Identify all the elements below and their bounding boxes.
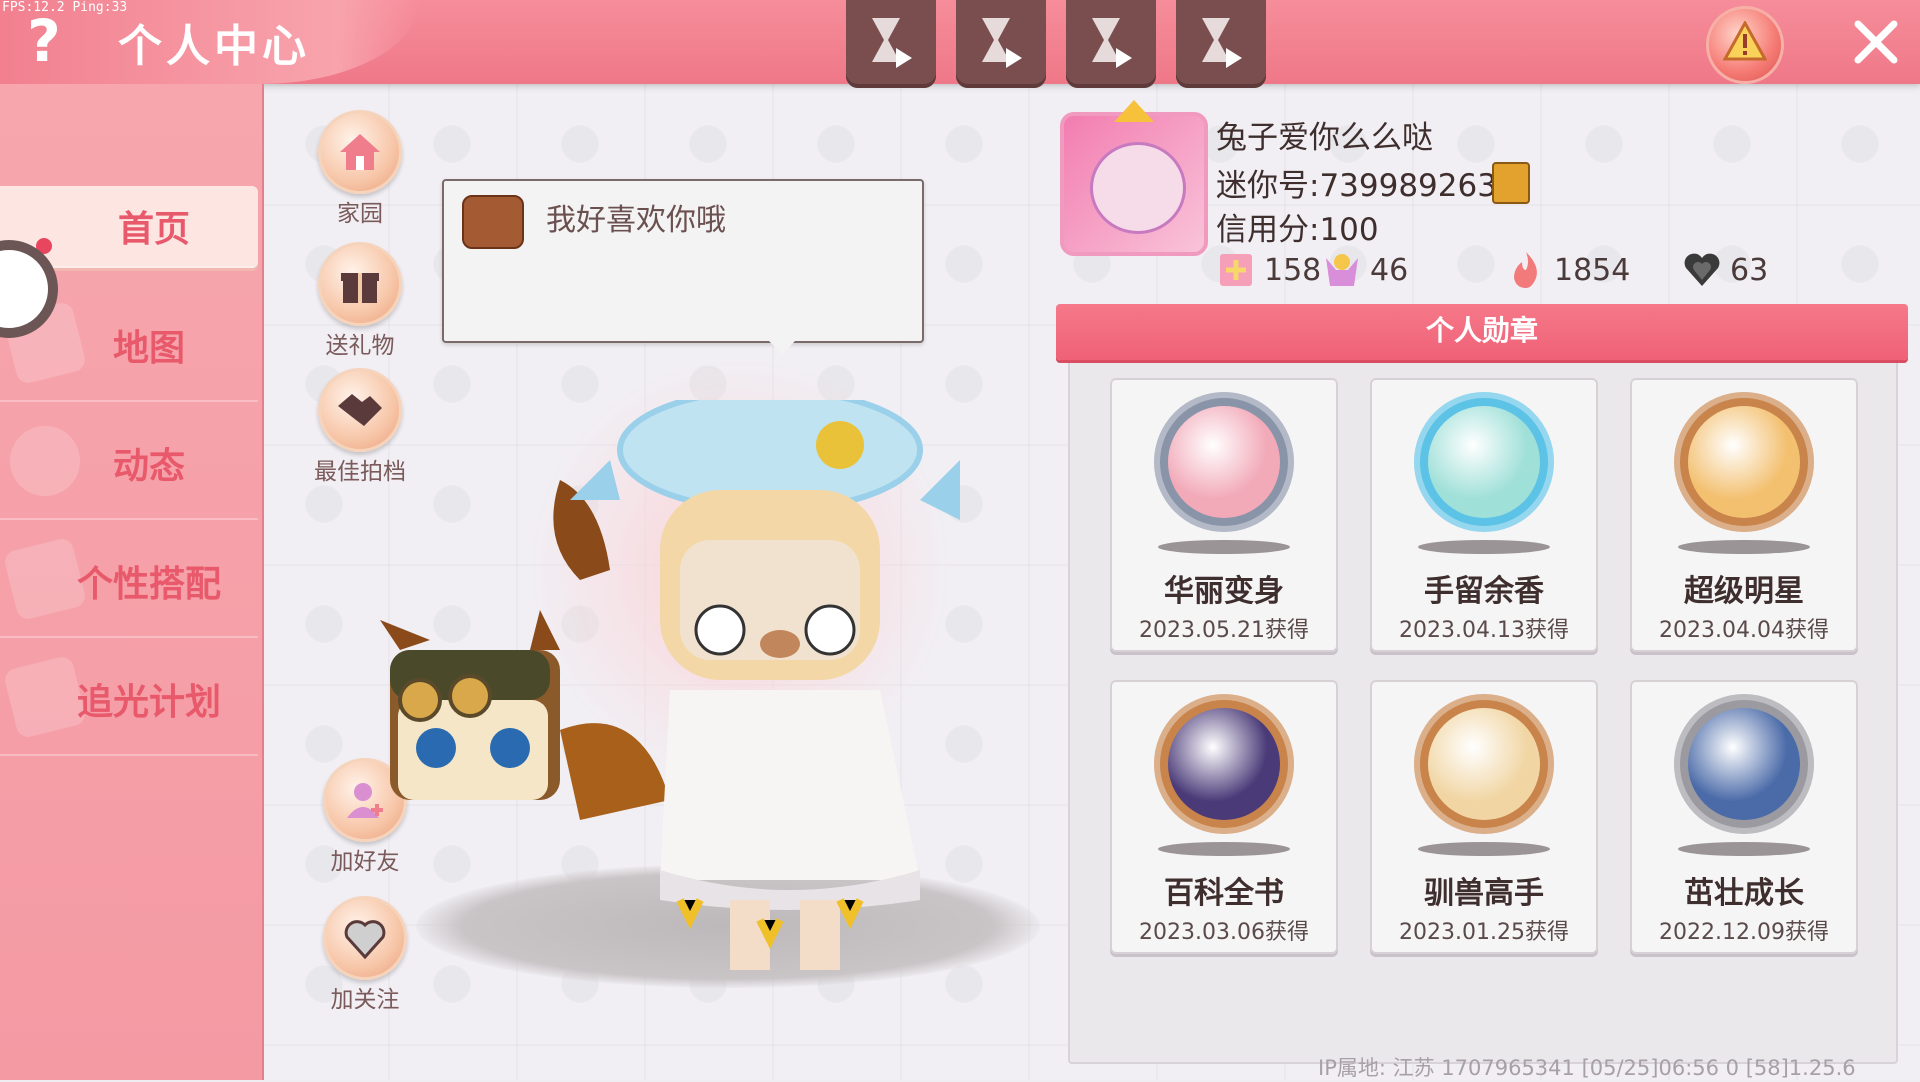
home-button[interactable]: 家园 (310, 110, 410, 228)
hourglass-play-icon (872, 18, 912, 68)
speech-bubble: 我好喜欢你哦 (442, 179, 924, 354)
sidebar: 首页 地图 动态 个性搭配 追光计划 (0, 84, 264, 1080)
copy-icon[interactable] (1492, 162, 1530, 204)
medal-date: 2023.04.13获得 (1399, 618, 1569, 643)
sidebar-item-outfit[interactable]: 个性搭配 (0, 526, 258, 638)
sidebar-item-label: 追光计划 (76, 682, 221, 723)
replay-button-3[interactable] (1066, 0, 1156, 88)
emote-icon (462, 195, 524, 249)
replay-button-1[interactable] (846, 0, 936, 88)
medal-name: 百科全书 (1164, 876, 1284, 911)
crown-icon (1114, 100, 1154, 122)
medal-name: 华丽变身 (1164, 574, 1284, 609)
credit-score: 信用分:100 (1216, 212, 1379, 248)
avatar-face (1090, 142, 1186, 234)
medal-shadow (1418, 540, 1550, 554)
medal-name: 手留余香 (1424, 574, 1544, 609)
bubble-tail (766, 338, 798, 354)
close-icon (1854, 20, 1898, 64)
close-button[interactable] (1848, 14, 1904, 70)
hourglass-play-icon (1202, 18, 1242, 68)
page-title: 个人中心 (118, 21, 310, 72)
medal-date: 2023.03.06获得 (1139, 920, 1309, 945)
pink-badge-icon (1220, 254, 1252, 286)
top-bar: FPS:12.2 Ping:33 ? 个人中心 (0, 0, 1920, 88)
stat-likes: 63 (1682, 250, 1768, 290)
flame-icon (1514, 252, 1537, 288)
sidebar-item-label: 动态 (112, 446, 185, 487)
player-id: 迷你号:739989263 (1216, 168, 1497, 204)
bubble-text: 我好喜欢你哦 (546, 203, 726, 238)
medal-card[interactable]: 驯兽高手 2023.01.25获得 (1370, 680, 1598, 954)
send-gift-button[interactable]: 送礼物 (310, 242, 410, 360)
medal-shadow (1158, 540, 1290, 554)
replay-button-4[interactable] (1176, 0, 1266, 88)
medal-icon (1154, 392, 1294, 532)
home-label: 家园 (337, 201, 383, 227)
medal-date: 2023.04.04获得 (1659, 618, 1829, 643)
sidebar-item-feed[interactable]: 动态 (0, 408, 258, 520)
medal-card[interactable]: 手留余香 2023.04.13获得 (1370, 378, 1598, 652)
profile-avatar[interactable] (1060, 100, 1208, 256)
medal-name: 茁壮成长 (1684, 876, 1804, 911)
help-button[interactable]: ? (18, 8, 70, 74)
hourglass-play-icon (1092, 18, 1132, 68)
stat-popularity: 46 (1322, 250, 1408, 290)
medal-card[interactable]: 茁壮成长 2022.12.09获得 (1630, 680, 1858, 954)
stat-badges: 158 (1216, 250, 1321, 290)
medal-shadow (1678, 842, 1810, 856)
warning-icon (1723, 21, 1767, 61)
replay-button-2[interactable] (956, 0, 1046, 88)
medal-shadow (1418, 842, 1550, 856)
medal-date: 2023.05.21获得 (1139, 618, 1309, 643)
medal-card[interactable]: 华丽变身 2023.05.21获得 (1110, 378, 1338, 652)
player-character (570, 400, 960, 970)
medal-card[interactable]: 超级明星 2023.04.04获得 (1630, 378, 1858, 652)
medal-name: 驯兽高手 (1424, 876, 1544, 911)
pet-squirrel (380, 480, 670, 820)
hearts-icon (1684, 253, 1720, 286)
footer-info: IP属地: 江苏 1707965341 [05/25]06:56 0 [58]1… (1318, 1056, 1856, 1080)
sidebar-item-chase-light[interactable]: 追光计划 (0, 644, 258, 756)
gift-label: 送礼物 (325, 333, 395, 359)
follow-label: 加关注 (330, 987, 400, 1013)
medal-card[interactable]: 百科全书 2023.03.06获得 (1110, 680, 1338, 954)
character-avatar (380, 400, 960, 970)
medal-date: 2022.12.09获得 (1659, 920, 1829, 945)
sidebar-item-label: 地图 (112, 328, 185, 369)
medal-icon (1674, 392, 1814, 532)
question-mark-icon: ? (27, 7, 61, 75)
medal-panel-title: 个人勋章 (1056, 304, 1908, 360)
medal-icon (1154, 694, 1294, 834)
medal-icon (1414, 392, 1554, 532)
medal-date: 2023.01.25获得 (1399, 920, 1569, 945)
sidebar-item-label: 首页 (117, 209, 190, 250)
medal-name: 超级明星 (1684, 574, 1804, 609)
player-name: 兔子爱你么么哒 (1216, 120, 1433, 156)
house-icon (318, 110, 402, 194)
medal-icon (1674, 694, 1814, 834)
medal-shadow (1158, 842, 1290, 856)
sidebar-item-label: 个性搭配 (76, 564, 221, 605)
medal-shadow (1678, 540, 1810, 554)
stat-heat: 1854 (1506, 250, 1630, 290)
medal-icon (1414, 694, 1554, 834)
report-button[interactable] (1706, 6, 1784, 84)
hourglass-play-icon (982, 18, 1022, 68)
trophy-person-icon (1326, 254, 1358, 286)
gift-icon (318, 242, 402, 326)
